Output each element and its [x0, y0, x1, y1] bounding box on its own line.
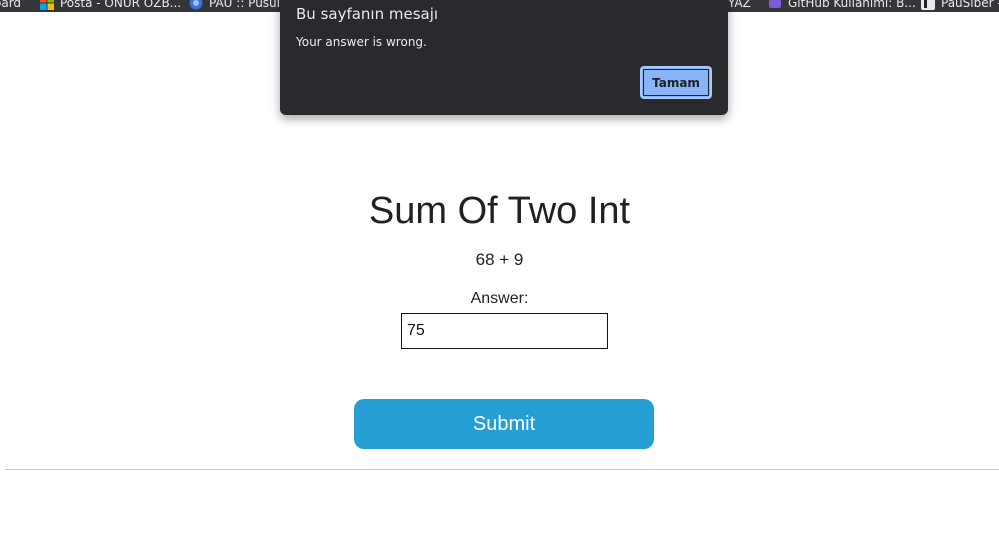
bookmark-label: Posta - ONUR ÖZB... — [60, 0, 182, 10]
bookmark-item[interactable]: GitHub Kullanımı: B... — [768, 0, 916, 12]
dialog-message: Your answer is wrong. — [296, 35, 427, 49]
alert-dialog: Bu sayfanın mesajı Your answer is wrong.… — [280, 0, 728, 115]
problem-text: 68 + 9 — [475, 250, 524, 269]
bookmark-label: PaüSiber - — [941, 0, 999, 10]
university-icon — [189, 0, 203, 10]
page-title: Sum Of Two Int — [368, 190, 631, 232]
dialog-title: Bu sayfanın mesajı — [296, 5, 439, 23]
bookmark-item[interactable]: PAÜ :: Pusula — [189, 0, 287, 12]
dialog-ok-button[interactable]: Tamam — [640, 66, 712, 99]
submit-button[interactable]: Submit — [354, 399, 654, 449]
bookmark-label: GitHub Kullanımı: B... — [788, 0, 916, 10]
answer-input[interactable] — [401, 313, 608, 349]
app-icon — [921, 0, 935, 10]
page: oard Posta - ONUR ÖZB... PAÜ :: Pusula — [0, 0, 999, 557]
divider — [5, 469, 999, 470]
bookmark-label: PAÜ :: Pusula — [209, 0, 288, 10]
github-icon — [768, 0, 782, 10]
bookmark-item[interactable]: PaüSiber - — [921, 0, 999, 12]
windows-icon — [40, 0, 54, 10]
bookmark-item[interactable]: oard — [0, 0, 21, 12]
bookmark-item[interactable]: Posta - ONUR ÖZB... — [40, 0, 181, 12]
answer-label: Answer: — [470, 290, 529, 307]
bookmark-label: oard — [0, 0, 22, 10]
bookmark-label: YAZ — [728, 0, 751, 10]
bookmark-item[interactable]: YAZ — [728, 0, 751, 12]
